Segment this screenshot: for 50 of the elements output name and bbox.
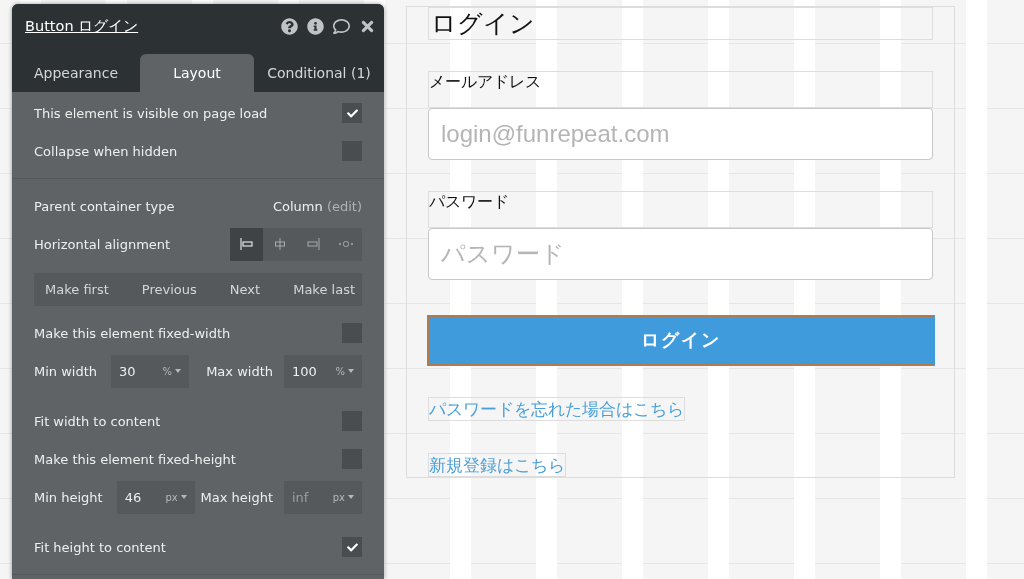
size-field[interactable]: 100 % [284, 354, 362, 388]
text-link[interactable]: パスワードを忘れた場合はこちら [428, 397, 685, 422]
tick-icon [346, 107, 358, 119]
caret-icon[interactable] [348, 369, 354, 373]
checkbox[interactable] [342, 537, 362, 557]
text-link[interactable]: 新規登録はこちら [428, 453, 566, 478]
option-label: Make this element fixed-height [34, 451, 236, 467]
container-type-value: Column [272, 198, 323, 214]
order-button[interactable]: Next [222, 273, 268, 306]
field-label: パスワード [428, 190, 933, 228]
option-label: Fit width to content [34, 413, 161, 429]
login-button[interactable]: ログイン [428, 315, 934, 366]
field-label: メールアドレス [428, 70, 933, 108]
page-title: ログイン [428, 7, 933, 40]
panel-tab[interactable]: Appearance [12, 54, 140, 92]
help-icon[interactable] [281, 17, 298, 35]
option-label: Collapse when hidden [34, 143, 178, 159]
panel-title: Button ログイン [25, 16, 140, 36]
caret-icon[interactable] [180, 495, 187, 499]
size-field[interactable]: 30 % [111, 354, 190, 388]
panel-tab[interactable]: Conditional (1) [254, 54, 384, 92]
size-field[interactable]: inf px [284, 480, 362, 514]
tick-icon [346, 541, 358, 553]
option-label: Parent container type [34, 198, 175, 214]
order-button[interactable]: Make last [286, 273, 362, 306]
size-label: Min width [34, 363, 98, 379]
option-label: Fit height to content [34, 539, 166, 555]
size-label: Min height [34, 489, 103, 505]
option-label: Horizontal alignment [34, 236, 171, 252]
edit-link[interactable]: (edit) [326, 198, 362, 214]
caret-icon[interactable] [175, 369, 182, 373]
size-label: Max width [206, 363, 273, 379]
align-left-icon [239, 238, 254, 250]
caret-icon[interactable] [348, 495, 354, 499]
panel-tab[interactable]: Layout [140, 54, 254, 92]
checkbox[interactable] [342, 103, 362, 123]
input-field[interactable]: パスワード [428, 227, 933, 280]
info-icon[interactable] [307, 17, 324, 35]
size-label: Max height [200, 489, 273, 505]
alignment-option[interactable] [230, 227, 263, 261]
size-field[interactable]: 46 px [116, 480, 195, 514]
option-label: Make this element fixed-width [34, 325, 231, 341]
input-field[interactable]: login@funrepeat.com [428, 107, 933, 160]
order-button[interactable]: Previous [134, 273, 204, 306]
speech-bubble-icon[interactable] [333, 17, 350, 35]
space-between-icon [338, 240, 353, 248]
align-center-icon [272, 238, 287, 250]
order-button[interactable]: Make first [38, 273, 116, 306]
option-label: This element is visible on page load [34, 105, 268, 121]
align-right-icon [305, 238, 320, 250]
